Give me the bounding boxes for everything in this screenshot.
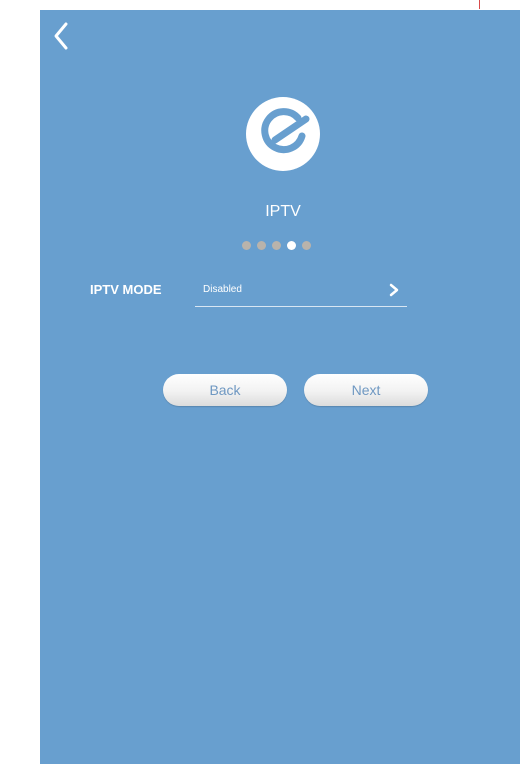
app-screen: IPTV IPTV MODE Disabled Back Next (40, 10, 520, 764)
logo-icon (245, 96, 321, 172)
iptv-mode-value: Disabled (203, 284, 242, 295)
corner-marker (479, 0, 480, 9)
step-dot-active (287, 241, 296, 250)
page-title: IPTV (265, 203, 301, 220)
back-button[interactable]: Back (163, 374, 287, 406)
step-dot (257, 241, 266, 250)
step-dot (302, 241, 311, 250)
step-dot (272, 241, 281, 250)
chevron-right-icon (389, 283, 399, 297)
next-button[interactable]: Next (304, 374, 428, 406)
step-indicator (242, 241, 311, 251)
iptv-mode-selector[interactable]: Disabled (195, 276, 407, 307)
page: IPTV IPTV MODE Disabled Back Next (0, 0, 520, 764)
iptv-mode-label: IPTV MODE (90, 282, 162, 297)
chevron-left-icon[interactable] (48, 18, 76, 54)
step-dot (242, 241, 251, 250)
